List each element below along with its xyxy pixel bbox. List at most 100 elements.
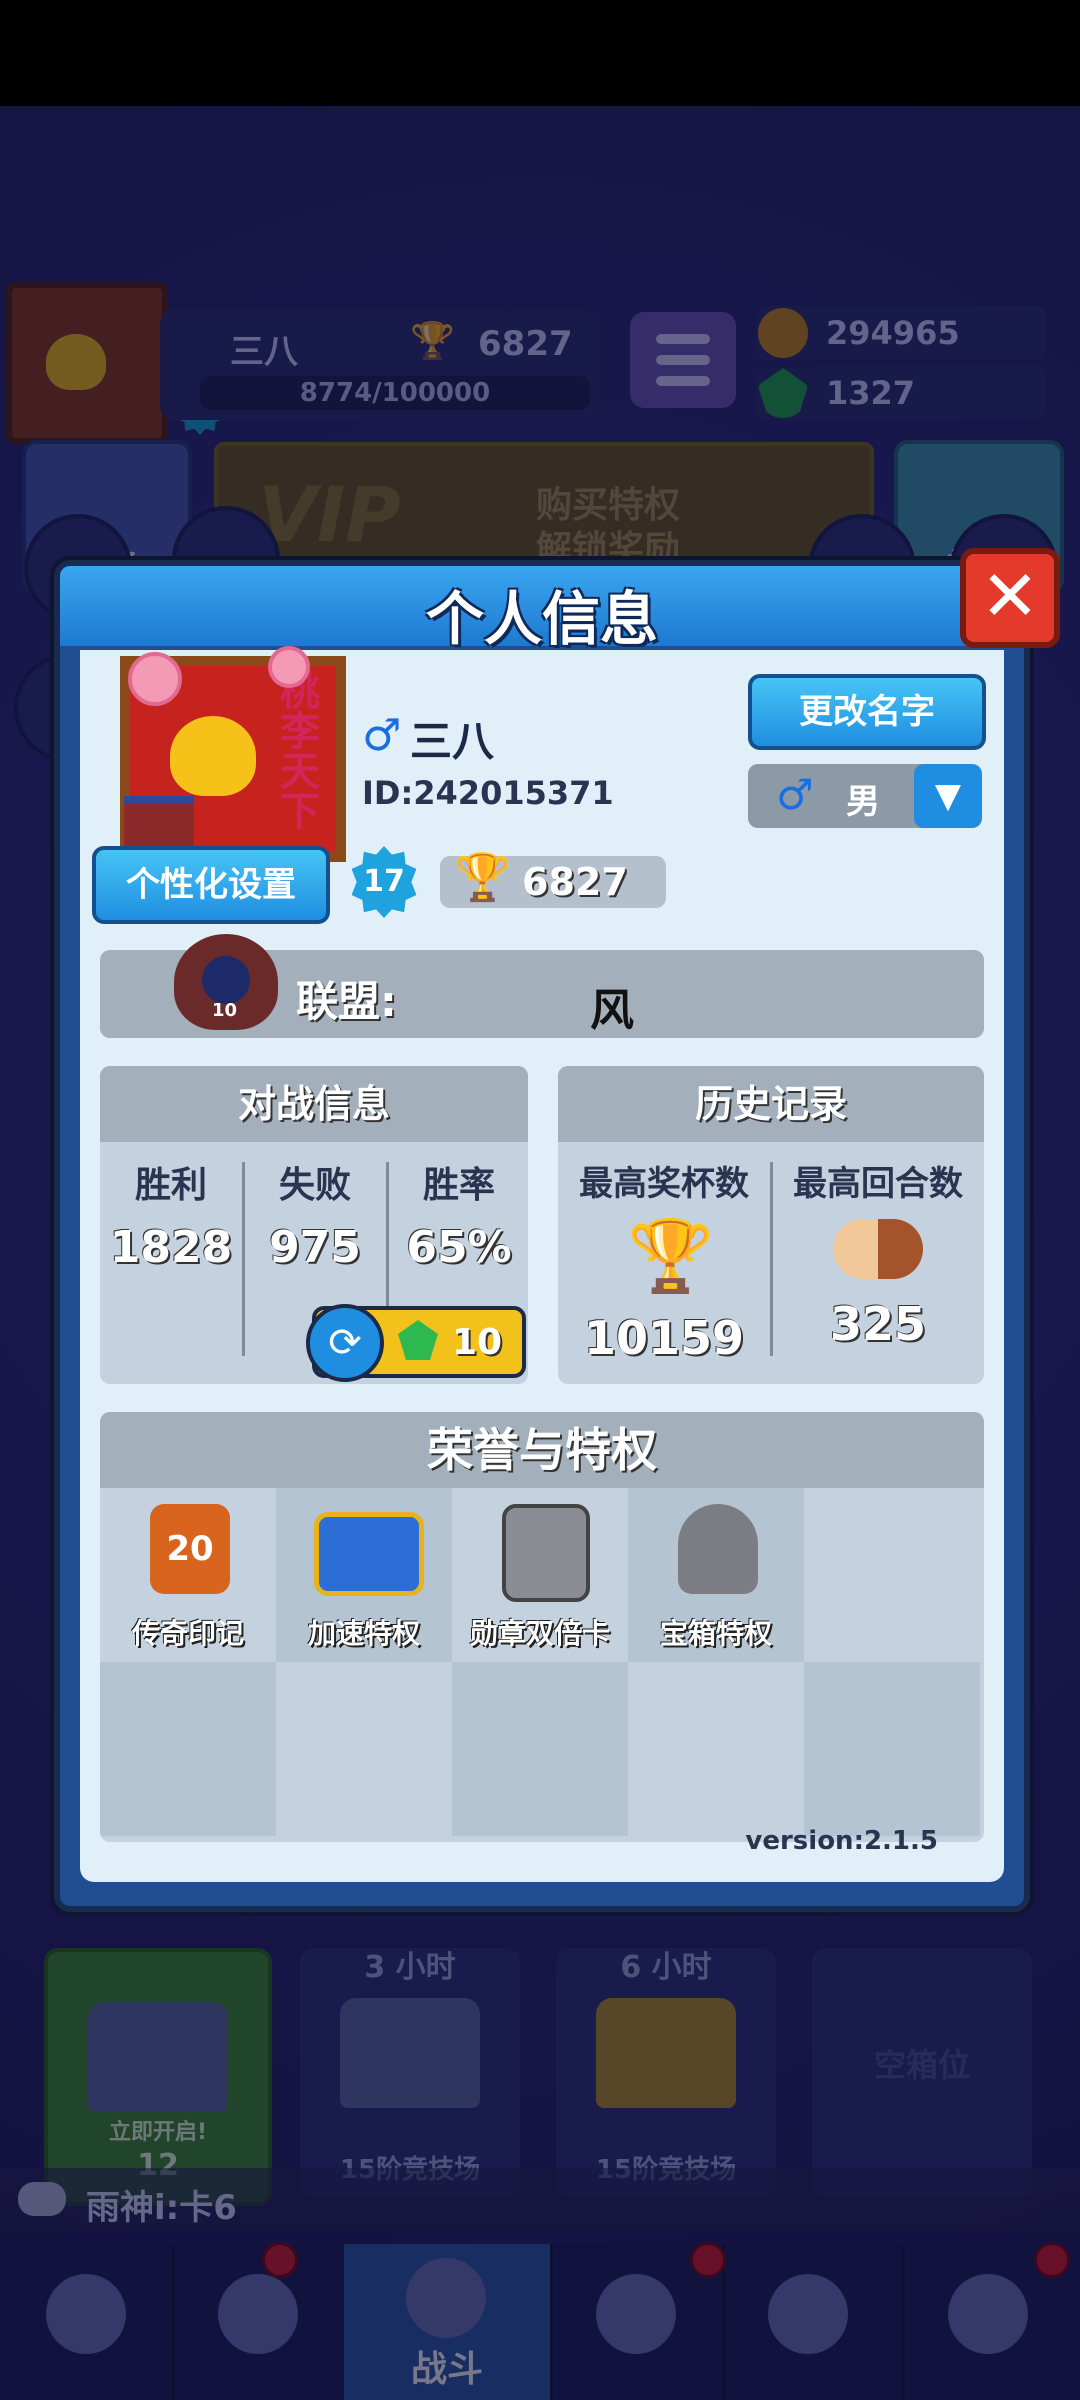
max-trophies-stat: 最高奖杯数 🏆 10159 (558, 1156, 770, 1365)
player-summary: 三八 🏆 6827 8774/100000 (160, 310, 600, 420)
trophy-count-small: 6827 (478, 324, 573, 364)
chest-timer: 3 小时 (364, 1950, 456, 1985)
empty-slot-label: 空箱位 (873, 2046, 970, 2084)
chevron-down-icon: ▼ (934, 776, 962, 816)
refresh-icon: ⟳ (306, 1304, 384, 1382)
male-gender-icon: ♂ (776, 770, 814, 819)
battle-info-panel: 对战信息 胜利 1828 失败 975 胜率 65% ⟳ 10 (100, 1066, 528, 1384)
nav-tab-shop[interactable] (0, 2244, 175, 2400)
honor-empty-slot (804, 1488, 980, 1662)
honor-label: 加速特权 (307, 1617, 420, 1650)
max-trophies-label: 最高奖杯数 (579, 1164, 749, 1204)
vip-chest-icon (678, 1504, 758, 1594)
trophy-count: 6827 (522, 860, 628, 904)
bottom-navigation: 战斗 (0, 2242, 1080, 2400)
close-icon: ✕ (980, 555, 1040, 637)
max-rounds-stat: 最高回合数 325 (772, 1156, 984, 1351)
rename-button[interactable]: 更改名字 (748, 674, 986, 750)
reset-cost: 10 (452, 1322, 503, 1363)
honor-medal-double-card[interactable]: 勋章双倍卡 (452, 1488, 628, 1662)
chest-icon (340, 1998, 480, 2108)
nav-battle-label: 战斗 (410, 2349, 483, 2390)
alliance-name: 风 (590, 985, 634, 1036)
honors-title: 荣誉与特权 (100, 1412, 984, 1488)
honor-label: 宝箱特权 (659, 1617, 772, 1650)
close-button[interactable]: ✕ (960, 548, 1060, 648)
history-panel: 历史记录 最高奖杯数 🏆 10159 最高回合数 325 (558, 1066, 984, 1384)
male-gender-icon: ♂ (362, 710, 402, 761)
max-trophies-value: 10159 (583, 1311, 745, 1365)
gender-value: 男 (846, 782, 880, 822)
profile-dialog: 个人信息 ✕ 桃李天下 ♂ 三八 ID:242015371 更改名字 ♂ 男 ▼… (54, 548, 1060, 1912)
honor-label: 传奇印记 (131, 1617, 244, 1650)
gold-counter[interactable]: 294965 (756, 306, 1046, 360)
menu-button[interactable] (630, 312, 736, 408)
win-rate-value: 65% (406, 1222, 512, 1273)
chat-message: 雨神i:卡6 (86, 2188, 237, 2228)
honor-vip-chest[interactable]: 宝箱特权 (628, 1488, 804, 1662)
player-avatar-small[interactable]: 17 (6, 282, 224, 444)
gold-value: 294965 (826, 314, 960, 352)
alliance-label: 联盟: (296, 977, 397, 1026)
win-rate-label: 胜率 (422, 1165, 495, 1206)
alliance-bar[interactable]: 10 联盟: 风 (100, 934, 984, 1038)
version-label: version:2.1.5 (745, 1826, 938, 1856)
wins-stat: 胜利 1828 (100, 1156, 242, 1273)
notification-dot (690, 2242, 726, 2278)
dialog-title: 个人信息 (425, 585, 658, 653)
losses-value: 975 (269, 1222, 361, 1273)
max-rounds-value: 325 (829, 1297, 927, 1351)
chest-icon (596, 1998, 736, 2108)
handshake-icon (833, 1219, 923, 1279)
nav-tab-rank[interactable] (550, 2242, 726, 2400)
honor-legend-badge[interactable]: 20 传奇印记 (100, 1488, 276, 1662)
nav-tab-clan[interactable] (722, 2244, 905, 2400)
treasure-chest-icon (46, 2274, 126, 2354)
books-icon (124, 796, 194, 848)
clan-banner-icon (768, 2274, 848, 2354)
honor-empty-slot (452, 1662, 628, 1836)
crown-laurel-icon (596, 2274, 676, 2354)
cherry-blossom-icon (268, 646, 310, 688)
gem-icon (758, 368, 808, 418)
customize-button[interactable]: 个性化设置 (92, 846, 330, 924)
chat-bubble-icon (18, 2182, 66, 2216)
player-id: ID:242015371 (362, 774, 614, 812)
gem-value: 1327 (826, 374, 916, 412)
trophy-icon: 🏆 (454, 850, 512, 904)
gem-counter[interactable]: 1327 (756, 366, 1046, 420)
losses-stat: 失败 975 (244, 1156, 386, 1273)
max-rounds-label: 最高回合数 (793, 1164, 963, 1204)
notification-dot (262, 2242, 298, 2278)
medal-double-card-icon (502, 1504, 590, 1602)
gender-select[interactable]: ♂ 男 ▼ (748, 764, 982, 828)
cherry-blossom-icon (128, 652, 182, 706)
wins-value: 1828 (109, 1222, 233, 1273)
trophy-display: 🏆 6827 (440, 850, 666, 908)
player-name-small: 三八 (230, 332, 298, 372)
chest-slot-3[interactable]: 6 小时 15阶竞技场 (556, 1948, 776, 2198)
honor-speed-card[interactable]: 加速特权 (276, 1488, 452, 1662)
losses-label: 失败 (278, 1165, 351, 1206)
gem-icon (398, 1320, 438, 1360)
gold-coin-icon (758, 308, 808, 358)
alliance-emblem-level: 10 (212, 1000, 238, 1021)
nav-tab-explore[interactable] (902, 2242, 1080, 2400)
honor-empty-slot (276, 1662, 452, 1836)
honor-empty-slot (628, 1662, 804, 1836)
wins-label: 胜利 (134, 1165, 207, 1206)
alliance-emblem-icon: 10 (174, 934, 278, 1030)
honor-empty-slot (100, 1662, 276, 1836)
duck-icon (170, 716, 256, 796)
chat-bar[interactable]: 雨神i:卡6 (0, 2168, 1080, 2230)
chest-slot-2[interactable]: 3 小时 15阶竞技场 (300, 1948, 520, 2198)
helmet-icon (218, 2274, 298, 2354)
history-title: 历史记录 (558, 1066, 984, 1142)
player-name: 三八 (410, 717, 495, 766)
nav-tab-battle[interactable]: 战斗 (344, 2244, 553, 2400)
nav-tab-heroes[interactable] (172, 2242, 347, 2400)
reset-stats-button[interactable]: ⟳ 10 (306, 1304, 526, 1382)
open-now-label: 立即开启! (108, 2120, 208, 2145)
chest-slot-empty: 空箱位 (812, 1948, 1032, 2198)
gender-dropdown-button[interactable]: ▼ (914, 764, 982, 828)
